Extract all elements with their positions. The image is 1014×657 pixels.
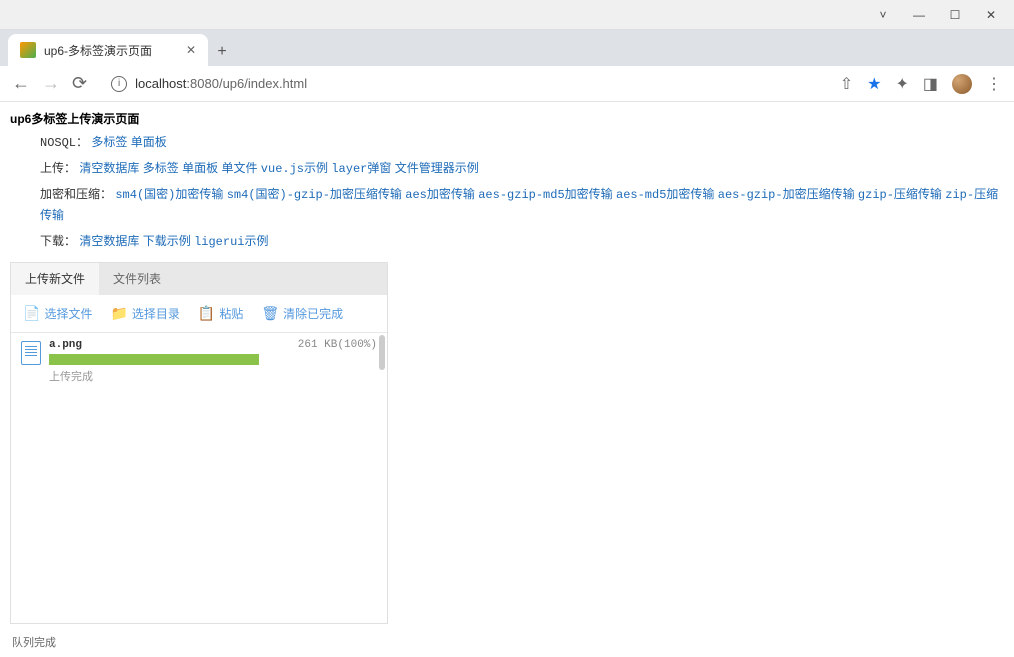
link-encrypt-1[interactable]: sm4(国密)-gzip-加密压缩传输 — [227, 188, 402, 202]
select-folder-label: 选择目录 — [132, 305, 180, 322]
file-size: 261 KB(100%) — [298, 339, 377, 351]
link-upload-0[interactable]: 清空数据库 — [79, 162, 139, 176]
site-info-icon[interactable]: i — [111, 76, 127, 92]
nav-reload-button[interactable]: ⟳ — [72, 73, 87, 94]
row-label: NOSQL： — [40, 136, 88, 150]
bookmark-star-icon[interactable]: ★ — [867, 74, 881, 94]
link-upload-4[interactable]: vue.js示例 — [261, 162, 328, 176]
link-encrypt-3[interactable]: aes-gzip-md5加密传输 — [478, 188, 612, 202]
url-text: localhost:8080/up6/index.html — [135, 76, 307, 91]
link-upload-5[interactable]: layer弹窗 — [331, 162, 391, 176]
file-list: a.png 261 KB(100%) 上传完成 — [11, 333, 387, 623]
link-encrypt-0[interactable]: sm4(国密)加密传输 — [115, 188, 223, 202]
select-file-button[interactable]: 📄 选择文件 — [23, 305, 92, 322]
nav-back-button[interactable]: ← — [12, 73, 30, 94]
link-upload-6[interactable]: 文件管理器示例 — [395, 162, 479, 176]
row-label: 加密和压缩： — [40, 188, 112, 202]
row-nosql: NOSQL： 多标签 单面板 — [40, 133, 1004, 153]
link-upload-3[interactable]: 单文件 — [221, 162, 257, 176]
select-folder-button[interactable]: 📁 选择目录 — [110, 305, 179, 322]
menu-icon[interactable]: ⋮ — [986, 74, 1002, 94]
link-download-1[interactable]: 下载示例 — [143, 235, 191, 249]
file-status: 上传完成 — [49, 368, 377, 384]
window-minimize[interactable]: — — [911, 7, 927, 23]
tab-close-icon[interactable]: ✕ — [186, 43, 196, 57]
window-maximize[interactable]: ☐ — [947, 7, 963, 23]
extensions-icon[interactable]: ✦ — [895, 74, 908, 94]
row-download: 下载： 清空数据库 下载示例 ligerui示例 — [40, 232, 1004, 252]
browser-tab[interactable]: up6-多标签演示页面 ✕ — [8, 34, 208, 66]
link-nosql-0[interactable]: 多标签 — [91, 136, 127, 150]
select-file-label: 选择文件 — [44, 305, 92, 322]
file-name: a.png — [49, 339, 82, 351]
link-encrypt-2[interactable]: aes加密传输 — [405, 188, 475, 202]
share-icon[interactable]: ⇧ — [840, 74, 853, 94]
new-tab-button[interactable]: + — [208, 38, 236, 66]
tab-file-list[interactable]: 文件列表 — [99, 263, 175, 295]
folder-icon: 📁 — [110, 305, 127, 322]
profile-avatar[interactable] — [952, 74, 972, 94]
link-encrypt-5[interactable]: aes-gzip-加密压缩传输 — [718, 188, 855, 202]
link-upload-1[interactable]: 多标签 — [143, 162, 179, 176]
link-download-0[interactable]: 清空数据库 — [79, 235, 139, 249]
row-encrypt: 加密和压缩： sm4(国密)加密传输 sm4(国密)-gzip-加密压缩传输 a… — [40, 185, 1004, 225]
paste-label: 粘贴 — [219, 305, 243, 322]
paste-button[interactable]: 📋 粘贴 — [198, 305, 243, 322]
clear-done-label: 清除已完成 — [283, 305, 343, 322]
row-label: 下载： — [40, 235, 76, 249]
scrollbar-thumb[interactable] — [379, 335, 385, 370]
tab-favicon — [20, 42, 36, 58]
file-icon: 📄 — [23, 305, 40, 322]
progress-fill — [49, 354, 259, 365]
row-upload: 上传： 清空数据库 多标签 单面板 单文件 vue.js示例 layer弹窗 文… — [40, 159, 1004, 179]
link-encrypt-6[interactable]: gzip-压缩传输 — [858, 188, 942, 202]
window-close[interactable]: ✕ — [983, 7, 999, 23]
page-title: up6多标签上传演示页面 — [10, 110, 1004, 127]
row-label: 上传： — [40, 162, 76, 176]
clear-icon: 🗑 — [261, 305, 279, 322]
queue-status: 队列完成 — [10, 630, 1004, 654]
link-nosql-1[interactable]: 单面板 — [131, 136, 167, 150]
link-download-2[interactable]: ligerui示例 — [194, 235, 268, 249]
side-panel-icon[interactable]: ◨ — [923, 74, 938, 94]
clear-done-button[interactable]: 🗑 清除已完成 — [261, 305, 343, 322]
progress-bar — [49, 354, 259, 365]
file-item: a.png 261 KB(100%) 上传完成 — [11, 333, 387, 390]
file-type-icon — [21, 341, 41, 365]
tab-upload-new[interactable]: 上传新文件 — [11, 263, 99, 295]
paste-icon: 📋 — [198, 305, 215, 322]
link-upload-2[interactable]: 单面板 — [182, 162, 218, 176]
tab-title: up6-多标签演示页面 — [44, 42, 152, 59]
link-encrypt-4[interactable]: aes-md5加密传输 — [616, 188, 714, 202]
window-chevron-down[interactable]: ˅ — [875, 7, 891, 23]
url-bar[interactable]: i localhost:8080/up6/index.html — [99, 70, 828, 98]
nav-forward-button[interactable]: → — [42, 73, 60, 94]
upload-panel: 上传新文件 文件列表 📄 选择文件 📁 选择目录 📋 粘贴 🗑 清除已完成 — [10, 262, 388, 624]
